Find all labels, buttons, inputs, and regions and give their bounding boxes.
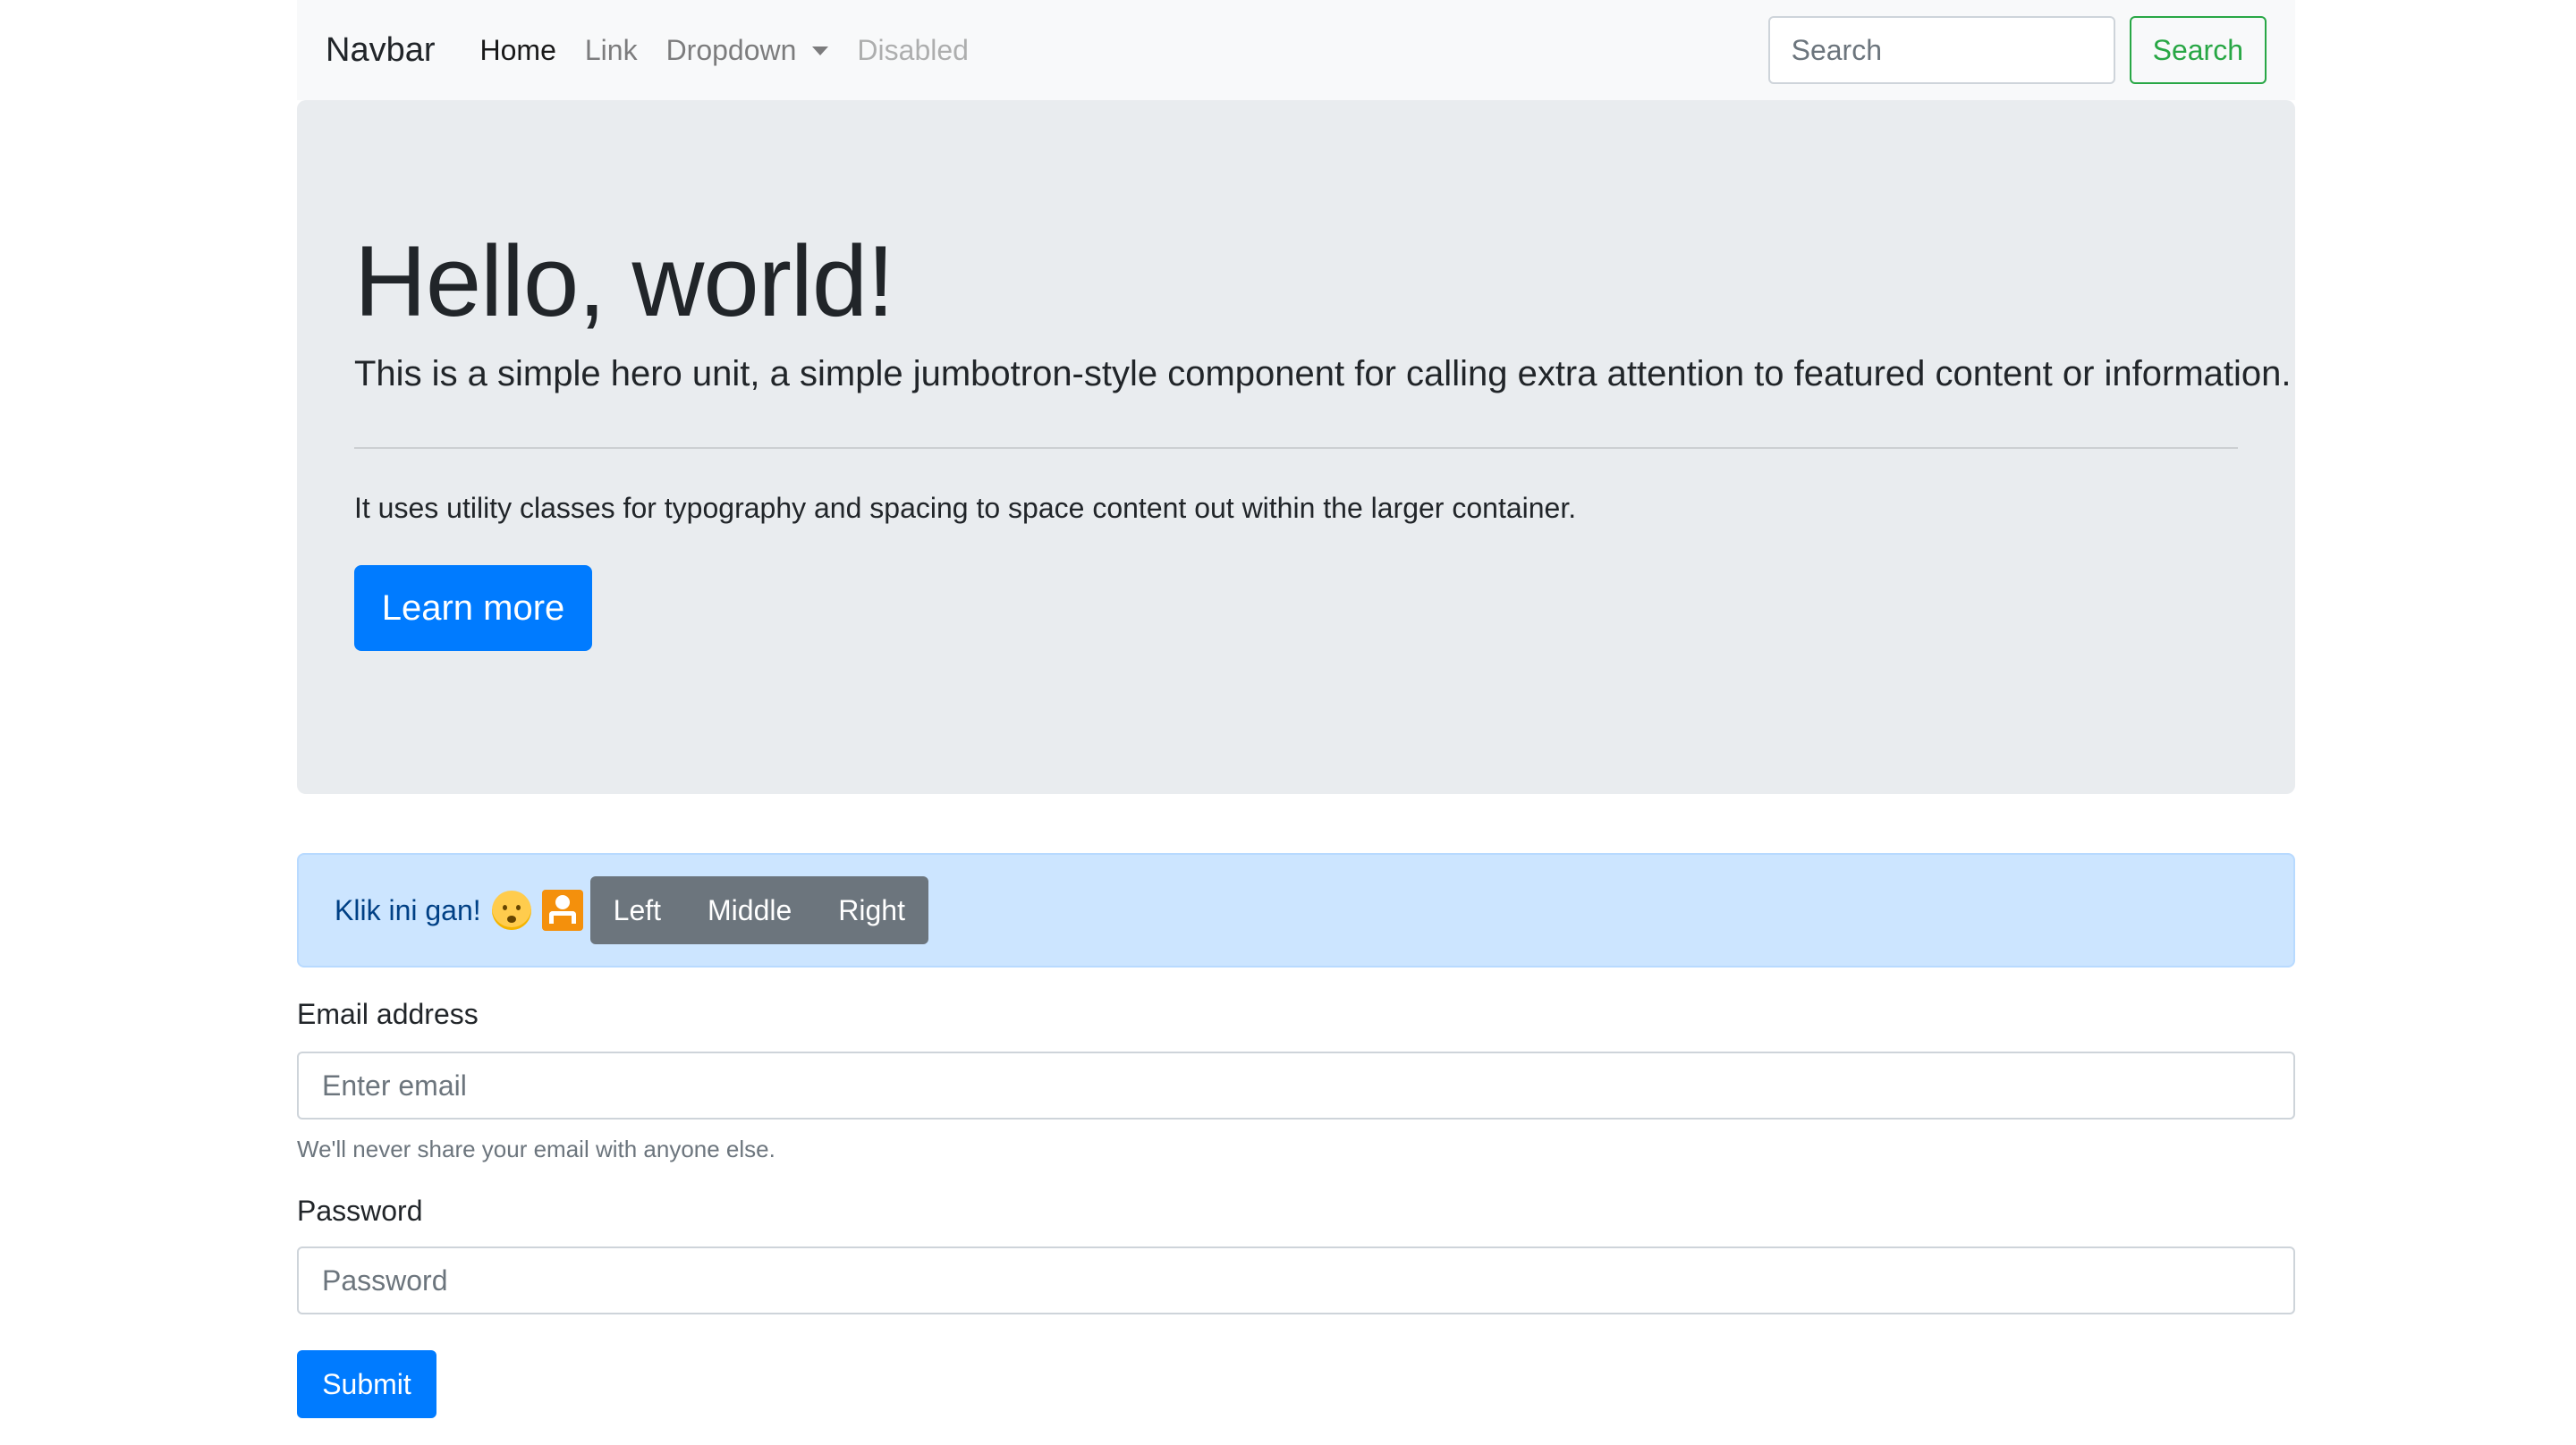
- email-field[interactable]: [297, 1052, 2295, 1120]
- email-help-text: We'll never share your email with anyone…: [297, 1136, 775, 1162]
- navbar-brand[interactable]: Navbar: [326, 31, 436, 70]
- jumbotron: Hello, world! This is a simple hero unit…: [297, 100, 2295, 794]
- email-label: Email address: [297, 998, 479, 1030]
- left-button[interactable]: Left: [589, 876, 685, 944]
- middle-button[interactable]: Middle: [684, 876, 816, 944]
- nav-link-disabled: Disabled: [857, 33, 969, 66]
- navbar-search-input[interactable]: [1767, 16, 2115, 84]
- password-label: Password: [297, 1195, 423, 1227]
- button-group: Left Middle Right: [589, 876, 928, 944]
- password-field[interactable]: [297, 1246, 2295, 1314]
- jumbotron-divider: [354, 447, 2238, 449]
- navbar-search-button[interactable]: Search: [2129, 16, 2267, 84]
- nav-link-home[interactable]: Home: [480, 34, 556, 67]
- alert-text[interactable]: Klik ini gan!: [335, 894, 481, 927]
- chevron-down-icon: [812, 46, 829, 55]
- jumbotron-lead: This is a simple hero unit, a simple jum…: [354, 354, 2292, 393]
- submit-button[interactable]: Submit: [297, 1350, 436, 1418]
- jumbotron-text: It uses utility classes for typography a…: [354, 492, 1577, 524]
- learn-more-button[interactable]: Learn more: [354, 565, 592, 651]
- baby-emoji-icon: [491, 891, 531, 930]
- jumbotron-title: Hello, world!: [354, 225, 894, 337]
- info-alert: Klik ini gan! Left Middle Right: [297, 853, 2295, 968]
- nav-dropdown-label: Dropdown: [665, 33, 797, 66]
- nav-link-link[interactable]: Link: [585, 34, 638, 67]
- navbar: Navbar Home Link Dropdown Disabled Searc…: [297, 0, 2295, 100]
- right-button[interactable]: Right: [815, 876, 928, 944]
- person-box-icon: [541, 890, 583, 931]
- nav-dropdown[interactable]: Dropdown: [666, 34, 829, 67]
